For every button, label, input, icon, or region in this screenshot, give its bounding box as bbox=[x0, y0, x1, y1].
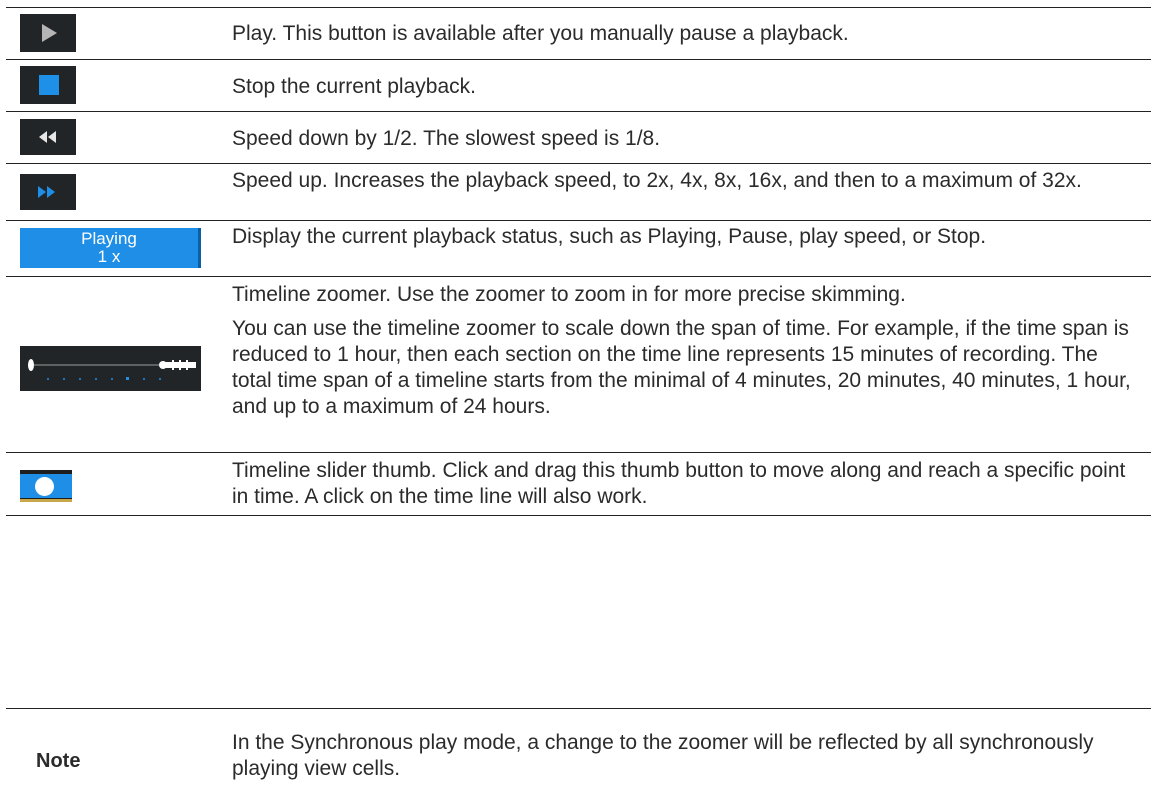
icon-cell bbox=[6, 8, 231, 59]
table-row-stop: Stop the current playback. bbox=[6, 59, 1151, 111]
controls-table: Play. This button is available after you… bbox=[6, 7, 1151, 516]
row-description: Display the current playback status, suc… bbox=[232, 225, 987, 248]
table-row-play: Play. This button is available after you… bbox=[6, 7, 1151, 59]
icon-cell bbox=[6, 164, 231, 220]
table-row-speed-down: Speed down by 1/2. The slowest speed is … bbox=[6, 111, 1151, 163]
note-text: In the Synchronous play mode, a change t… bbox=[232, 731, 1094, 780]
status-speed: 1 x bbox=[97, 247, 121, 266]
row-description: Timeline slider thumb. Click and drag th… bbox=[232, 459, 1126, 508]
icon-cell bbox=[6, 112, 231, 163]
row-description: Speed down by 1/2. The slowest speed is … bbox=[232, 127, 661, 150]
play-icon bbox=[20, 14, 76, 52]
rewind-icon bbox=[20, 119, 76, 155]
stop-icon bbox=[20, 66, 76, 104]
timeline-zoomer-icon bbox=[20, 346, 201, 391]
row-description: Speed up. Increases the playback speed, … bbox=[232, 169, 1082, 192]
table-row-status: Playing 1 x Display the current playback… bbox=[6, 220, 1151, 276]
row-description: Play. This button is available after you… bbox=[232, 22, 849, 45]
icon-cell: Playing 1 x bbox=[6, 221, 231, 276]
note-block: Note In the Synchronous play mode, a cha… bbox=[6, 708, 1151, 798]
fast-forward-icon bbox=[20, 174, 76, 210]
icon-cell bbox=[6, 60, 231, 111]
icon-cell bbox=[6, 453, 231, 515]
table-row-slider-thumb: Timeline slider thumb. Click and drag th… bbox=[6, 452, 1151, 516]
timeline-slider-thumb-icon bbox=[20, 470, 72, 502]
status-label: Playing bbox=[81, 229, 137, 248]
icon-cell bbox=[6, 277, 231, 452]
table-row-speed-up: Speed up. Increases the playback speed, … bbox=[6, 163, 1151, 220]
playback-status-indicator: Playing 1 x bbox=[20, 228, 201, 268]
note-label: Note bbox=[36, 750, 81, 772]
row-description: Stop the current playback. bbox=[232, 75, 476, 98]
row-description: Timeline zoomer. Use the zoomer to zoom … bbox=[232, 283, 1131, 418]
table-row-zoomer: Timeline zoomer. Use the zoomer to zoom … bbox=[6, 276, 1151, 452]
